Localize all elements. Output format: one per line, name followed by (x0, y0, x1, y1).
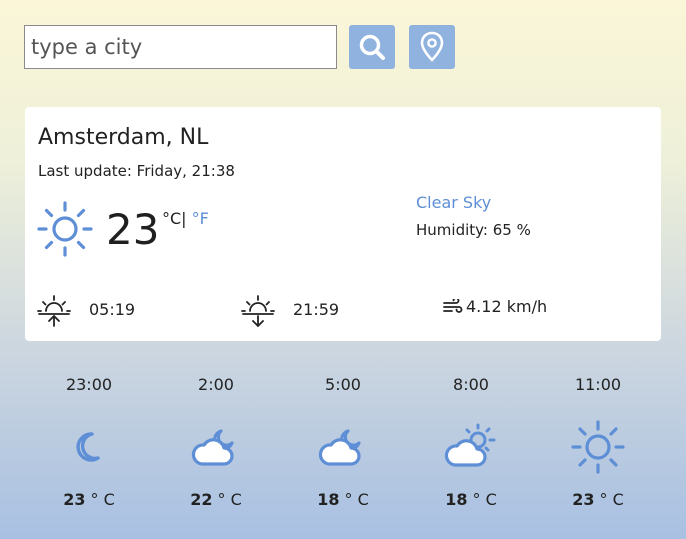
forecast-temp-unit: ° C (472, 490, 497, 509)
sun-icon (37, 201, 93, 257)
forecast-time: 11:00 (574, 375, 622, 394)
forecast-temp-value: 23 (63, 490, 86, 509)
forecast-temp-unit: ° C (90, 490, 115, 509)
hourly-forecast: 23:00 23 ° C 2:00 22 ° C 5:00 18 ° C 8:0… (25, 372, 661, 512)
forecast-item: 2:00 22 ° C (166, 372, 266, 509)
forecast-time: 23:00 (65, 375, 113, 394)
search-input[interactable] (24, 25, 337, 69)
unit-toggle: °C| °F (162, 209, 209, 228)
forecast-item: 5:00 18 ° C (293, 372, 393, 509)
map-pin-icon (420, 31, 444, 62)
humidity-label: Humidity: (416, 221, 493, 239)
search-button[interactable] (349, 25, 395, 69)
wind-speed: 4.12 km/h (466, 297, 548, 316)
forecast-temp: 23 ° C (548, 490, 648, 509)
location-button[interactable] (409, 25, 455, 69)
current-weather-card: Amsterdam, NL Last update: Friday, 21:38… (25, 107, 661, 341)
humidity: Humidity: 65 % (416, 221, 531, 239)
wind: 4.12 km/h (443, 297, 547, 316)
forecast-temp-value: 23 (572, 490, 595, 509)
forecast-temp-unit: ° C (344, 490, 369, 509)
unit-celsius[interactable]: °C| (162, 209, 187, 228)
humidity-value: 65 % (492, 221, 531, 239)
forecast-temp-value: 22 (190, 490, 213, 509)
current-temperature: 23 (106, 205, 160, 254)
forecast-temp: 18 ° C (421, 490, 521, 509)
forecast-temp-value: 18 (317, 490, 340, 509)
forecast-item: 11:00 23 ° C (548, 372, 648, 509)
forecast-time: 8:00 (453, 375, 489, 394)
wind-icon (443, 298, 463, 313)
cloud-moon-icon (318, 429, 361, 466)
search-icon (359, 34, 385, 60)
city-name: Amsterdam, NL (38, 125, 209, 150)
forecast-temp: 23 ° C (39, 490, 139, 509)
sunrise-icon (37, 295, 71, 327)
forecast-temp: 22 ° C (166, 490, 266, 509)
forecast-time: 2:00 (198, 375, 234, 394)
sunrise: 05:19 (35, 289, 135, 329)
forecast-temp-value: 18 (445, 490, 468, 509)
sunset: 21:59 (239, 289, 339, 329)
forecast-temp-unit: ° C (217, 490, 242, 509)
sunset-icon (241, 295, 275, 328)
forecast-item: 23:00 23 ° C (39, 372, 139, 509)
unit-fahrenheit[interactable]: °F (187, 209, 209, 228)
weather-description: Clear Sky (416, 193, 492, 212)
sunrise-time: 05:19 (89, 299, 136, 319)
forecast-time: 5:00 (325, 375, 361, 394)
forecast-temp: 18 ° C (293, 490, 393, 509)
moon-icon (76, 432, 100, 462)
forecast-temp-unit: ° C (599, 490, 624, 509)
sunset-time: 21:59 (293, 299, 340, 319)
last-update: Last update: Friday, 21:38 (38, 162, 235, 180)
cloud-sun-icon (444, 423, 496, 467)
forecast-item: 8:00 18 ° C (421, 372, 521, 509)
cloud-moon-icon (191, 429, 234, 466)
sun-icon (571, 420, 625, 474)
